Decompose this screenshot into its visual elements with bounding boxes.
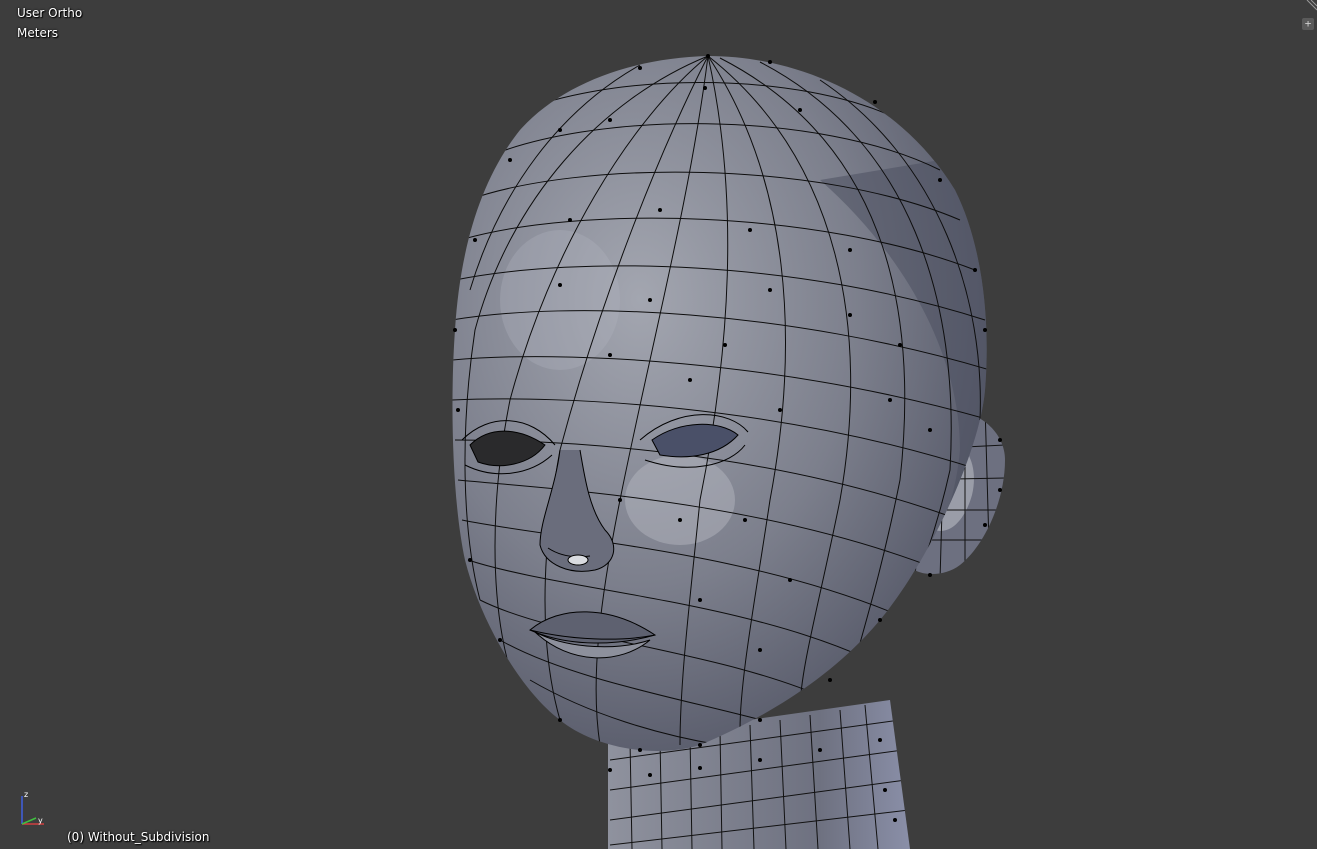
view-name-label: User Ortho — [17, 6, 83, 20]
head-surface — [452, 56, 987, 751]
plus-icon[interactable]: + — [1302, 18, 1314, 30]
3d-viewport[interactable]: User Ortho Meters (0) Without_Subdivisio… — [0, 0, 1317, 849]
axis-gizmo-icon: z y — [21, 790, 44, 825]
object-info-label: (0) Without_Subdivision — [67, 830, 210, 844]
gizmo-y-label: y — [38, 816, 43, 825]
unit-system-label: Meters — [17, 26, 59, 40]
gizmo-z-label: z — [24, 790, 28, 799]
area-split-icon[interactable] — [1301, 0, 1317, 12]
head-mesh[interactable] — [0, 0, 1317, 849]
